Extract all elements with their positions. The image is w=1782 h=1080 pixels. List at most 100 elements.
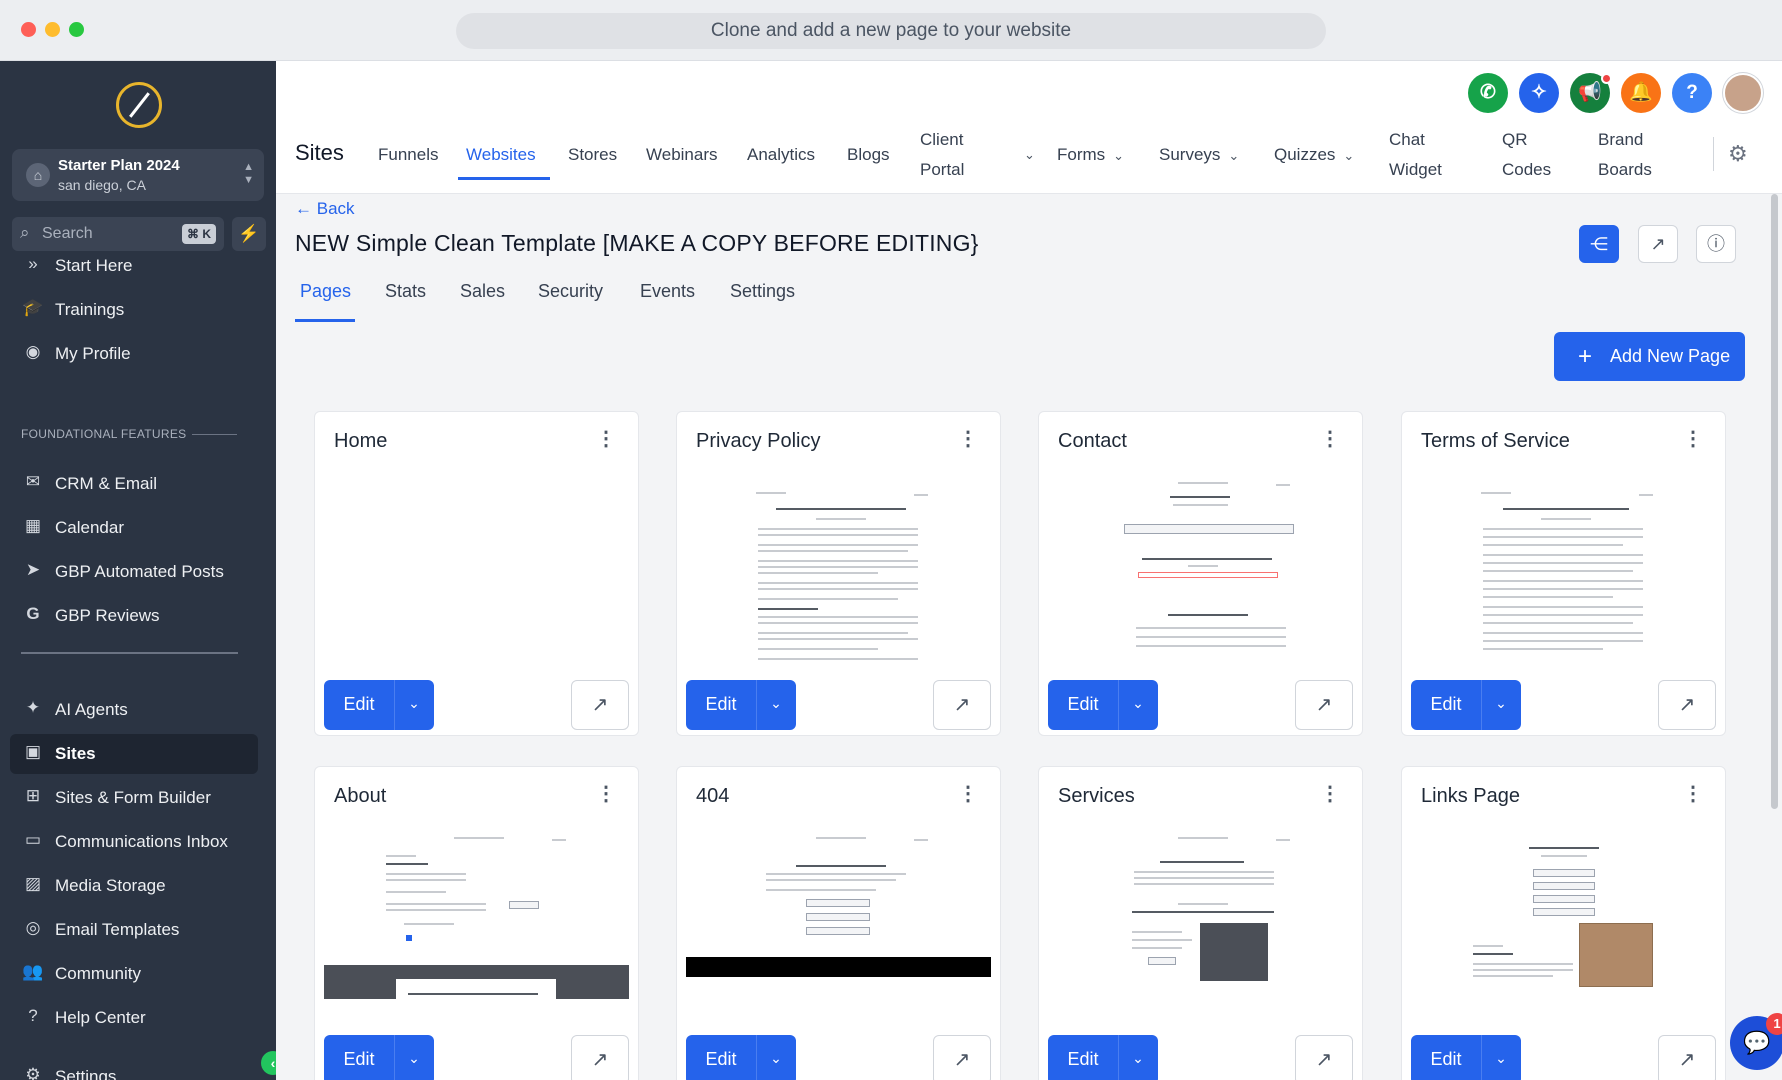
- edit-button[interactable]: Edit ⌄: [324, 680, 434, 730]
- tab-security[interactable]: Security: [538, 281, 603, 302]
- page-thumbnail[interactable]: [324, 472, 629, 672]
- more-vertical-icon[interactable]: ⋮: [1320, 781, 1340, 806]
- avatar[interactable]: [1723, 73, 1763, 113]
- add-new-page-button[interactable]: + Add New Page: [1554, 332, 1745, 381]
- tab-pages[interactable]: Pages: [300, 281, 351, 302]
- page-thumbnail[interactable]: [686, 472, 991, 672]
- open-site-button[interactable]: ↗: [1638, 225, 1678, 263]
- share-button[interactable]: ⋲: [1579, 225, 1619, 263]
- open-page-button[interactable]: ↗: [571, 680, 629, 730]
- more-vertical-icon[interactable]: ⋮: [1683, 426, 1703, 451]
- page-card-links-page: Links Page ⋮ Edit ⌄ ↗: [1401, 766, 1726, 1080]
- sidebar-item-label: Sites & Form Builder: [55, 788, 211, 807]
- edit-button[interactable]: Edit ⌄: [686, 1035, 796, 1080]
- sidebar-item-help-center[interactable]: ? Help Center: [10, 998, 258, 1038]
- open-page-button[interactable]: ↗: [933, 1035, 991, 1080]
- sidebar-item-ai-agents[interactable]: ✦ AI Agents: [10, 690, 258, 730]
- close-window-button[interactable]: [21, 22, 36, 37]
- sidebar-item-label: Trainings: [55, 300, 125, 319]
- account-switcher[interactable]: ⌂ Starter Plan 2024 san diego, CA ▲ ▼: [12, 149, 264, 201]
- sidebar-item-settings[interactable]: ⚙ Settings: [10, 1057, 258, 1080]
- page-thumbnail[interactable]: [1411, 827, 1716, 1027]
- ai-sparkle-icon[interactable]: ✧: [1519, 73, 1559, 113]
- tab-analytics[interactable]: Analytics: [747, 125, 815, 185]
- minimize-window-button[interactable]: [45, 22, 60, 37]
- edit-button[interactable]: Edit ⌄: [1411, 680, 1521, 730]
- tab-chat-widget[interactable]: Chat Widget: [1389, 125, 1442, 185]
- bell-icon[interactable]: 🔔: [1621, 73, 1661, 113]
- page-thumbnail[interactable]: [686, 827, 991, 1027]
- tab-brand-boards[interactable]: Brand Boards: [1598, 125, 1652, 185]
- page-thumbnail[interactable]: [1048, 472, 1353, 672]
- question-icon: ?: [28, 1006, 38, 1025]
- more-vertical-icon[interactable]: ⋮: [958, 781, 978, 806]
- card-title: Links Page: [1421, 785, 1520, 807]
- sidebar-item-gbp-reviews[interactable]: G GBP Reviews: [10, 596, 258, 636]
- info-button[interactable]: ⓘ: [1696, 225, 1736, 263]
- open-page-button[interactable]: ↗: [1295, 1035, 1353, 1080]
- open-page-button[interactable]: ↗: [1658, 680, 1716, 730]
- tab-label-line2: Codes: [1502, 160, 1552, 179]
- more-vertical-icon[interactable]: ⋮: [958, 426, 978, 451]
- back-link[interactable]: ← Back: [295, 199, 355, 219]
- scrollbar[interactable]: [1771, 194, 1778, 809]
- maximize-window-button[interactable]: [69, 22, 84, 37]
- edit-button[interactable]: Edit ⌄: [1048, 680, 1158, 730]
- page-thumbnail[interactable]: [1048, 827, 1353, 1027]
- page-thumbnail[interactable]: [324, 827, 629, 1027]
- search-shortcut: ⌘ K: [182, 224, 216, 244]
- more-vertical-icon[interactable]: ⋮: [1320, 426, 1340, 451]
- section-title: Sites: [295, 140, 344, 165]
- tab-stats[interactable]: Stats: [385, 281, 426, 302]
- sidebar-item-sites[interactable]: ▣ Sites: [10, 734, 258, 774]
- edit-label: Edit: [343, 694, 375, 714]
- account-name: Starter Plan 2024: [58, 157, 180, 174]
- gear-icon[interactable]: ⚙: [1728, 141, 1748, 167]
- tab-webinars[interactable]: Webinars: [646, 125, 718, 185]
- tab-events[interactable]: Events: [640, 281, 695, 302]
- sidebar-item-trainings[interactable]: 🎓 Trainings: [10, 290, 258, 330]
- open-page-button[interactable]: ↗: [571, 1035, 629, 1080]
- open-page-button[interactable]: ↗: [1295, 680, 1353, 730]
- sidebar-item-community[interactable]: 👥 Community: [10, 954, 258, 994]
- phone-icon[interactable]: ✆: [1468, 73, 1508, 113]
- card-title: Terms of Service: [1421, 430, 1570, 452]
- edit-button[interactable]: Edit ⌄: [324, 1035, 434, 1080]
- tab-quizzes[interactable]: Quizzes ⌄: [1274, 125, 1354, 185]
- edit-button[interactable]: Edit ⌄: [1048, 1035, 1158, 1080]
- brand-logo[interactable]: [116, 82, 162, 128]
- sidebar-item-crm-email[interactable]: ✉ CRM & Email: [10, 464, 258, 504]
- tab-settings[interactable]: Settings: [730, 281, 795, 302]
- sidebar-item-label: Help Center: [55, 1008, 146, 1027]
- add-page-label: Add New Page: [1610, 346, 1731, 366]
- sidebar-item-calendar[interactable]: ▦ Calendar: [10, 508, 258, 548]
- more-vertical-icon[interactable]: ⋮: [596, 426, 616, 451]
- page-card-about: About ⋮ Edit ⌄ ↗: [314, 766, 639, 1080]
- more-vertical-icon[interactable]: ⋮: [596, 781, 616, 806]
- tab-sales[interactable]: Sales: [460, 281, 505, 302]
- help-icon[interactable]: ?: [1672, 73, 1712, 113]
- more-vertical-icon[interactable]: ⋮: [1683, 781, 1703, 806]
- edit-button[interactable]: Edit ⌄: [686, 680, 796, 730]
- image-icon: ▨: [24, 874, 42, 893]
- open-page-button[interactable]: ↗: [1658, 1035, 1716, 1080]
- tab-forms[interactable]: Forms ⌄: [1057, 125, 1124, 185]
- edit-button[interactable]: Edit ⌄: [1411, 1035, 1521, 1080]
- sidebar-item-media-storage[interactable]: ▨ Media Storage: [10, 866, 258, 906]
- tab-funnels[interactable]: Funnels: [378, 125, 438, 185]
- sidebar-item-gbp-automated-posts[interactable]: ➤ GBP Automated Posts: [10, 552, 258, 592]
- tab-qr-codes[interactable]: QR Codes: [1502, 125, 1551, 185]
- tab-blogs[interactable]: Blogs: [847, 125, 890, 185]
- page-thumbnail[interactable]: [1411, 472, 1716, 672]
- sidebar-item-start-here[interactable]: » Start Here: [10, 246, 258, 286]
- open-page-button[interactable]: ↗: [933, 680, 991, 730]
- tab-client-portal[interactable]: Client Portal ⌄: [920, 125, 1035, 185]
- sidebar-item-my-profile[interactable]: ◉ My Profile: [10, 334, 258, 374]
- tab-websites[interactable]: Websites: [466, 125, 536, 185]
- tab-stores[interactable]: Stores: [568, 125, 617, 185]
- sidebar-item-email-templates[interactable]: ◎ Email Templates: [10, 910, 258, 950]
- tab-label-line2: Boards: [1598, 160, 1652, 179]
- tab-surveys[interactable]: Surveys ⌄: [1159, 125, 1239, 185]
- sidebar-item-sites-form-builder[interactable]: ⊞ Sites & Form Builder: [10, 778, 258, 818]
- sidebar-item-communications-inbox[interactable]: ▭ Communications Inbox: [10, 822, 258, 862]
